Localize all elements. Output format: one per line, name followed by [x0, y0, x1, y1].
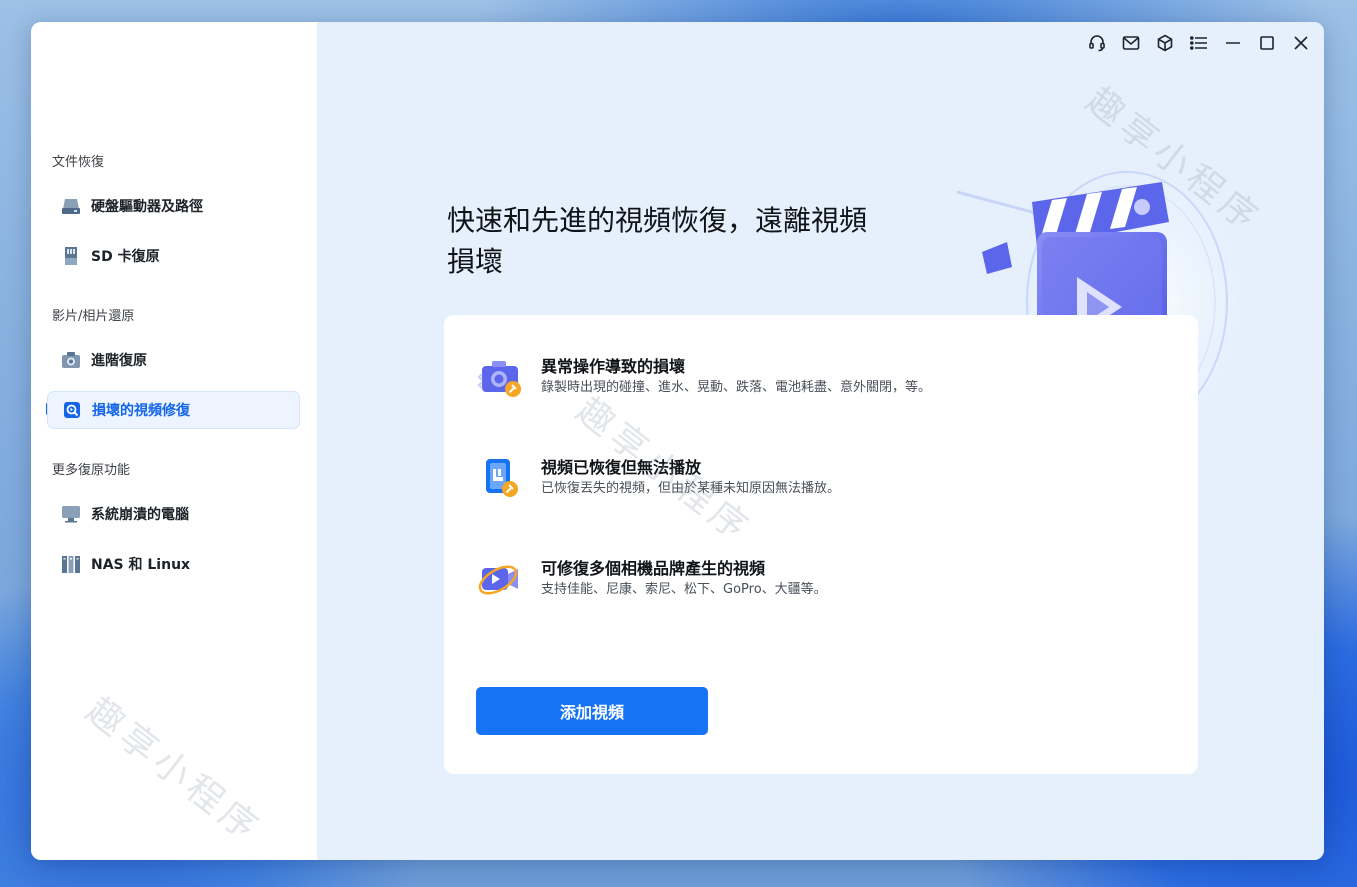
camera-icon	[61, 350, 81, 370]
minimize-icon[interactable]	[1222, 32, 1244, 54]
sd-card-icon	[61, 246, 81, 266]
sidebar: 文件恢復 硬盤驅動器及路徑 SD 卡復原 影片/相片還原 進階復原 損壞的視頻修…	[31, 22, 317, 860]
sidebar-item-sd-card[interactable]: SD 卡復原	[47, 237, 300, 275]
sidebar-item-label: 損壞的視頻修復	[92, 403, 190, 419]
video-repair-icon	[62, 400, 82, 420]
feature-item-unplayable-video: 視頻已恢復但無法播放 已恢復丟失的視頻，但由於某種未知原因無法播放。	[476, 457, 840, 501]
sidebar-item-hard-drive[interactable]: 硬盤驅動器及路徑	[47, 187, 300, 225]
sidebar-item-nas-linux[interactable]: NAS 和 Linux	[47, 545, 300, 583]
window-toolbar	[1086, 32, 1312, 54]
feature-description: 錄製時出現的碰撞、進水、晃動、跌落、電池耗盡、意外關閉，等。	[541, 380, 932, 395]
close-icon[interactable]	[1290, 32, 1312, 54]
camera-repair-icon	[476, 352, 524, 400]
sidebar-item-label: 進階復原	[91, 353, 147, 369]
nas-icon	[61, 554, 81, 574]
feature-title: 異常操作導致的損壞	[541, 357, 686, 376]
sidebar-item-label: SD 卡復原	[91, 249, 160, 265]
file-repair-icon	[476, 453, 524, 501]
sidebar-item-label: 硬盤驅動器及路徑	[91, 199, 203, 215]
feature-card: 異常操作導致的損壞 錄製時出現的碰撞、進水、晃動、跌落、電池耗盡、意外關閉，等。	[444, 315, 1198, 774]
feature-description: 已恢復丟失的視頻，但由於某種未知原因無法播放。	[541, 481, 841, 496]
section-title-more-recovery: 更多復原功能	[52, 463, 131, 478]
hard-drive-icon	[61, 196, 81, 216]
sidebar-item-video-repair[interactable]: 損壞的視頻修復	[47, 391, 300, 429]
sidebar-item-label: NAS 和 Linux	[91, 557, 191, 573]
feature-title: 視頻已恢復但無法播放	[541, 458, 702, 477]
add-video-button[interactable]: 添加視頻	[476, 687, 708, 735]
maximize-icon[interactable]	[1256, 32, 1278, 54]
feature-item-abnormal-operation: 異常操作導致的損壞 錄製時出現的碰撞、進水、晃動、跌落、電池耗盡、意外關閉，等。	[476, 356, 931, 400]
main-panel: 快速和先進的視頻恢復，遠離視頻 損壞 異常操作導致的損壞 錄製時出現的碰撞、進水…	[317, 22, 1324, 860]
app-window: 文件恢復 硬盤驅動器及路徑 SD 卡復原 影片/相片還原 進階復原 損壞的視頻修…	[31, 22, 1324, 860]
page-headline: 快速和先進的視頻恢復，遠離視頻 損壞	[447, 200, 967, 282]
section-title-file-recovery: 文件恢復	[52, 155, 105, 170]
feature-title: 可修復多個相機品牌產生的視頻	[541, 559, 766, 578]
sidebar-item-crashed-pc[interactable]: 系統崩潰的電腦	[47, 495, 300, 533]
menu-icon[interactable]	[1188, 32, 1210, 54]
video-camera-icon	[476, 554, 524, 602]
sidebar-item-label: 系統崩潰的電腦	[91, 507, 189, 523]
cube-icon[interactable]	[1154, 32, 1176, 54]
computer-icon	[61, 504, 81, 524]
mail-icon[interactable]	[1120, 32, 1142, 54]
headline-line-2: 損壞	[447, 245, 504, 278]
section-title-media-recovery: 影片/相片還原	[52, 309, 135, 324]
headset-icon[interactable]	[1086, 32, 1108, 54]
headline-line-1: 快速和先進的視頻恢復，遠離視頻	[447, 204, 868, 237]
sidebar-item-advanced-recovery[interactable]: 進階復原	[47, 341, 300, 379]
feature-item-camera-brands: 可修復多個相機品牌產生的視頻 支持佳能、尼康、索尼、松下、GoPro、大疆等。	[476, 558, 827, 602]
feature-description: 支持佳能、尼康、索尼、松下、GoPro、大疆等。	[541, 582, 827, 597]
